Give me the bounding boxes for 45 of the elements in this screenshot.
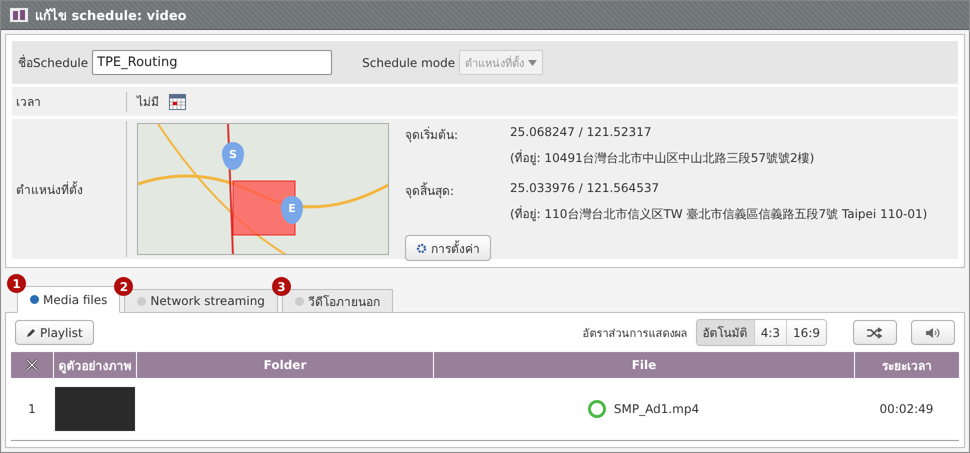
shuffle-button[interactable] [853, 320, 897, 345]
shuffle-icon [867, 326, 883, 338]
caret-icon [528, 60, 538, 66]
time-label: เวลา [15, 94, 42, 111]
end-coords: 25.033976 / 121.564537 [510, 181, 660, 197]
status-ring-icon [588, 400, 606, 418]
pencil-icon [26, 328, 36, 338]
column-header: File [433, 352, 854, 378]
map-pin: E [281, 196, 303, 224]
column-header: Folder [136, 352, 433, 378]
name-field[interactable]: TPE_Routing [92, 50, 332, 75]
column-header: ดูตัวอย่างภาพ [53, 352, 136, 378]
volume-button[interactable] [911, 320, 955, 345]
ratio-option[interactable]: 4:3 [754, 320, 786, 345]
duration: 00:02:49 [880, 402, 934, 416]
step-badge: 1 [7, 274, 26, 293]
calendar-icon[interactable] [169, 93, 186, 110]
radio-dot-icon [30, 295, 39, 304]
window-title: แก้ไข schedule: video [35, 6, 187, 26]
ratio-label: อัตราส่วนการแสดงผล [582, 326, 688, 342]
end-address: (ที่อยู่: 110台灣台北市信义区TW 臺北市信義區信義路五段7號 Taipei 110-01) [510, 204, 928, 223]
start-coords: 25.068247 / 121.52317 [510, 125, 652, 141]
row-index: 1 [28, 402, 36, 416]
start-label: จุดเริ่มต้น: [405, 126, 460, 144]
playlist-button[interactable]: Playlist [15, 320, 94, 345]
end-label: จุดสิ้นสุด: [405, 181, 456, 200]
radio-dot-icon [294, 296, 304, 306]
gear-icon [416, 242, 427, 254]
ratio-option[interactable]: อัตโนมัติ [696, 320, 754, 345]
time-value: ไม่มี [137, 94, 159, 111]
volume-icon [925, 326, 941, 338]
settings-button[interactable]: การตั้งค่า [405, 235, 491, 261]
name-label: ชื่อSchedule [18, 54, 88, 72]
map-pin: S [222, 142, 244, 170]
film-icon [9, 7, 29, 23]
file-name: SMP_Ad1.mp4 [614, 402, 700, 416]
mode-label: Schedule mode [362, 56, 456, 70]
step-badge: 2 [114, 277, 134, 296]
location-label: ตำแหน่งที่ตั้ง [15, 180, 84, 198]
close-icon[interactable] [25, 358, 39, 372]
start-address: (ที่อยู่: 10491台灣台北市中山区中山北路三段57號號2樓) [510, 148, 816, 167]
radio-dot-icon [137, 296, 146, 306]
step-badge: 3 [272, 277, 291, 296]
ratio-option[interactable]: 16:9 [786, 320, 826, 345]
column-header: ระยะเวลา [854, 352, 959, 378]
